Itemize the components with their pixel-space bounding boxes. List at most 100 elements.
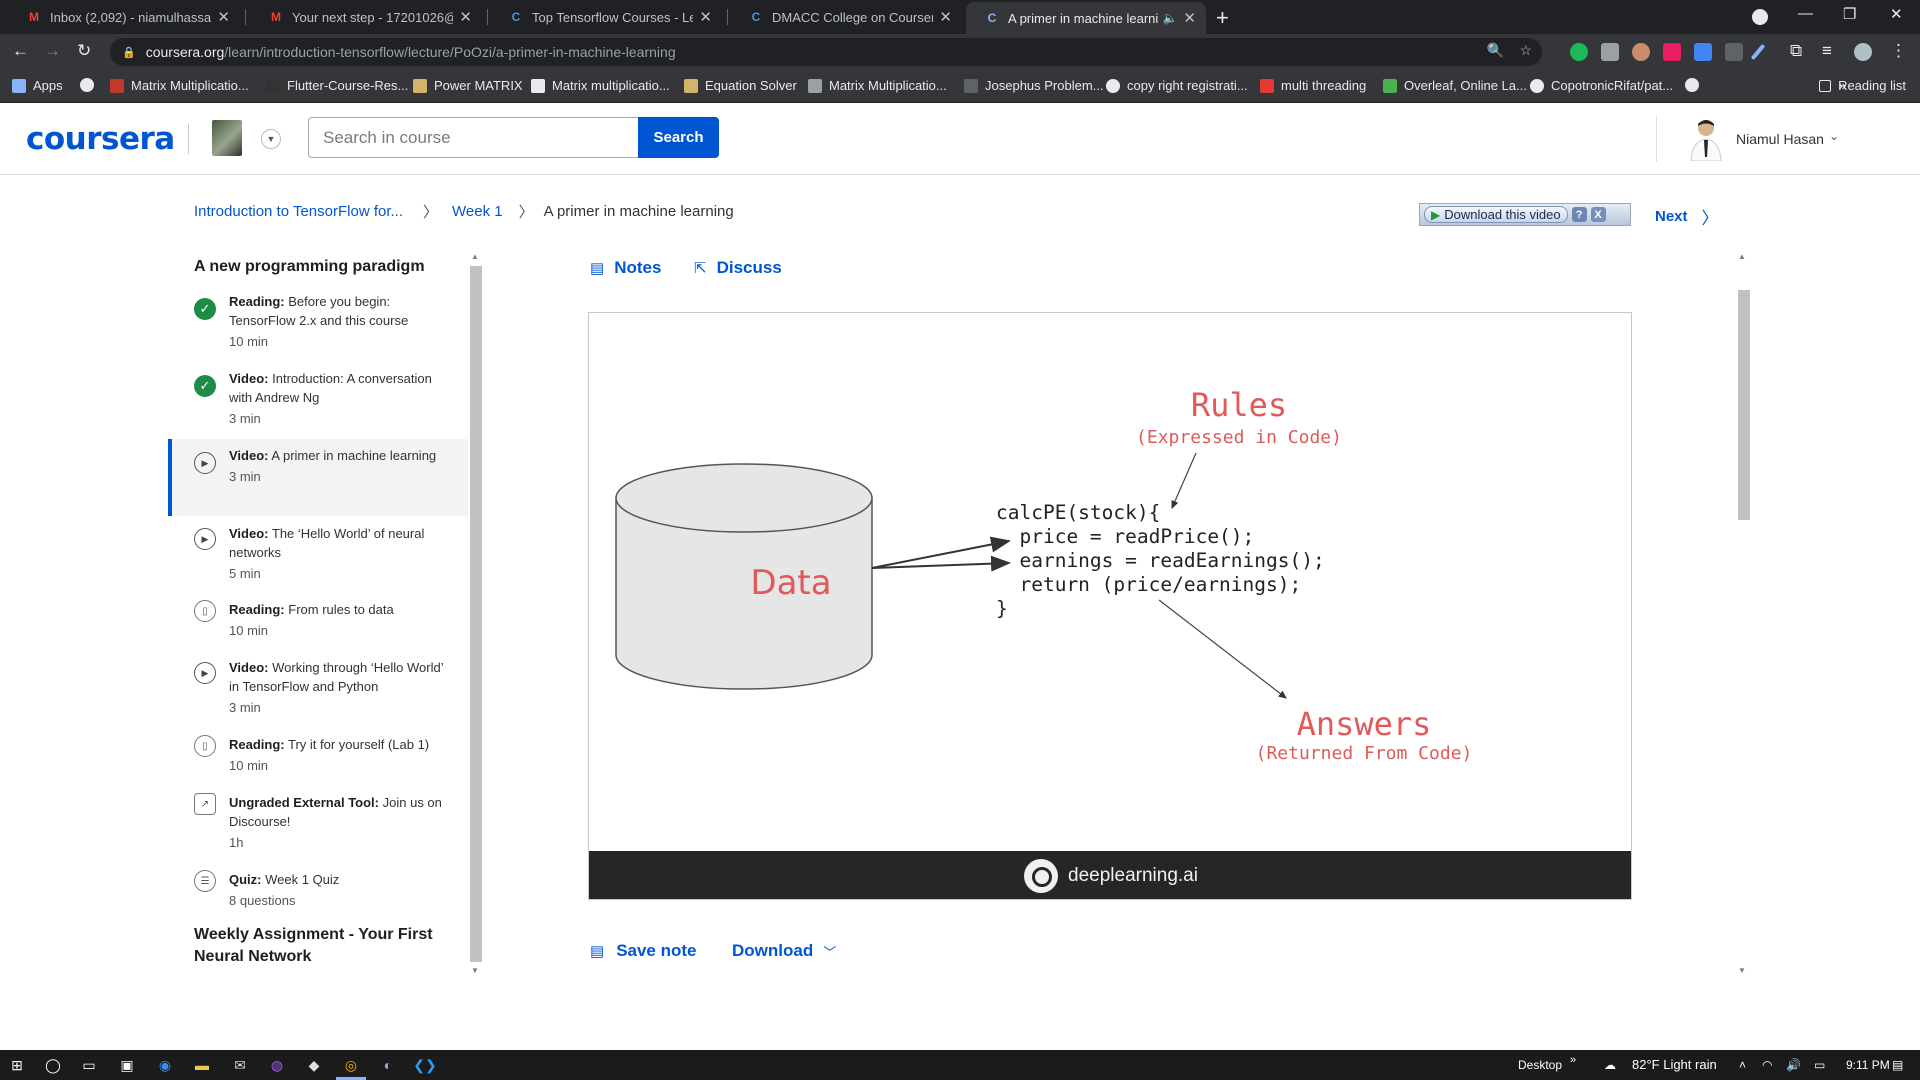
lesson-item[interactable]: ✓ Video: Introduction: A conversation wi…	[168, 369, 468, 433]
battery-icon[interactable]: ▭	[1814, 1058, 1825, 1072]
close-icon[interactable]: ✕	[459, 8, 472, 26]
browser-tab[interactable]: C DMACC College on Coursera | Co ✕	[730, 0, 962, 34]
scrollbar-thumb[interactable]	[1738, 290, 1750, 520]
scroll-up-arrow-icon[interactable]: ▲	[1738, 252, 1746, 261]
bookmark-item[interactable]: Overleaf, Online La...	[1383, 78, 1527, 93]
close-icon[interactable]: ✕	[939, 8, 952, 26]
bookmark-item[interactable]	[1685, 78, 1706, 92]
speaker-icon[interactable]: 🔈	[1162, 11, 1177, 25]
lesson-item[interactable]: ☰ Quiz: Week 1 Quiz 8 questions	[168, 870, 468, 916]
scroll-down-arrow-icon[interactable]: ▼	[1738, 966, 1746, 975]
search-input[interactable]	[308, 117, 638, 158]
chevron-up-icon[interactable]: ˄	[1739, 1058, 1746, 1072]
course-thumbnail[interactable]	[212, 120, 242, 156]
chevron-down-icon[interactable]: ⌄	[1829, 129, 1839, 143]
speaker-icon[interactable]: 🔊	[1786, 1058, 1801, 1072]
scroll-down-arrow-icon[interactable]: ▼	[471, 966, 479, 975]
chevron-icon[interactable]: »	[1570, 1054, 1576, 1066]
minimize-button[interactable]: —	[1798, 5, 1813, 22]
download-extension-icon[interactable]	[1694, 43, 1712, 61]
avatar[interactable]	[1854, 43, 1872, 61]
wifi-icon[interactable]: ◠	[1762, 1058, 1772, 1072]
close-icon[interactable]: ✕	[217, 8, 230, 26]
user-name[interactable]: Niamul Hasan	[1736, 131, 1824, 147]
puzzle-icon[interactable]: ⧉	[1790, 41, 1802, 61]
forward-arrow-icon[interactable]: →	[44, 41, 61, 61]
lesson-item[interactable]: ▶ Video: Working through ‘Hello World’ i…	[168, 658, 468, 722]
bookmark-item[interactable]: Apps	[12, 78, 63, 93]
lesson-item[interactable]: ▯ Reading: From rules to data 10 min	[168, 600, 468, 646]
avatar[interactable]	[1687, 117, 1725, 161]
bookmark-item[interactable]: Power MATRIX	[413, 78, 523, 93]
zoom-icon[interactable]: 🔍	[1487, 42, 1504, 59]
back-arrow-icon[interactable]: ←	[12, 41, 29, 61]
scrollbar-thumb[interactable]	[470, 266, 482, 962]
profile-menu-icon[interactable]	[1752, 9, 1768, 25]
close-window-button[interactable]: ✕	[1890, 5, 1903, 23]
grammarly-extension-icon[interactable]	[1570, 43, 1588, 61]
search-button[interactable]: Search	[638, 117, 719, 158]
coursera-logo[interactable]: coursera	[26, 121, 175, 157]
terminal-icon[interactable]: ▣	[118, 1056, 136, 1074]
video-player[interactable]: Rules (Expressed in Code) Data calcPE(st…	[588, 312, 1632, 900]
browser-tab-active[interactable]: C A primer in machine learning 🔈 ✕	[966, 2, 1206, 34]
lesson-item[interactable]: ▯ Reading: Try it for yourself (Lab 1) 10…	[168, 735, 468, 781]
search-circle-icon[interactable]: ◯	[44, 1056, 62, 1074]
browser-tab[interactable]: C Top Tensorflow Courses - Learn T ✕	[490, 0, 722, 34]
lesson-item[interactable]: ✓ Reading: Before you begin: TensorFlow …	[168, 292, 468, 356]
mail-icon[interactable]: ✉	[231, 1056, 249, 1074]
download-dropdown[interactable]: Download ﹀	[732, 941, 836, 961]
bookmark-item[interactable]: Matrix Multiplicatio...	[808, 78, 947, 93]
bookmark-item[interactable]: multi threading	[1260, 78, 1366, 93]
scroll-up-arrow-icon[interactable]: ▲	[471, 252, 479, 261]
windows-start-icon[interactable]: ⊞	[8, 1056, 26, 1074]
clock[interactable]: 9:11 PM	[1846, 1058, 1890, 1072]
edge-icon[interactable]: ◉	[156, 1056, 174, 1074]
close-icon[interactable]: ✕	[699, 8, 712, 26]
lesson-item[interactable]: ▶ Video: The ‘Hello World’ of neural net…	[168, 524, 468, 588]
weather-widget[interactable]: 82°F Light rain	[1632, 1057, 1717, 1072]
download-video-button[interactable]: ▶ Download this video	[1424, 206, 1568, 223]
breadcrumb-week-link[interactable]: Week 1	[452, 203, 503, 220]
chrome-menu-icon[interactable]: ⋮	[1890, 41, 1907, 61]
bookmark-item[interactable]: copy right registrati...	[1106, 78, 1248, 93]
file-explorer-icon[interactable]: ▬	[193, 1056, 211, 1074]
extension-icon[interactable]	[1725, 43, 1743, 61]
bookmark-item[interactable]: Equation Solver	[684, 78, 797, 93]
bookmark-item[interactable]: Matrix multiplicatio...	[531, 78, 670, 93]
reading-list-button[interactable]: Reading list	[1819, 78, 1906, 93]
bookmark-item[interactable]: CopotronicRifat/pat...	[1530, 78, 1673, 93]
breadcrumb-course-link[interactable]: Introduction to TensorFlow for...	[194, 203, 403, 220]
notification-icon[interactable]: ▤	[1892, 1058, 1903, 1072]
extension-icon[interactable]	[1632, 43, 1650, 61]
reload-icon[interactable]: ↻	[77, 41, 91, 61]
star-icon[interactable]: ☆	[1519, 42, 1532, 59]
new-tab-button[interactable]: +	[1216, 5, 1229, 31]
game-app-icon[interactable]: ◆	[305, 1056, 323, 1074]
discuss-button[interactable]: ⇱ Discuss	[694, 258, 782, 278]
address-bar[interactable]: 🔒 coursera.org/learn/introduction-tensor…	[110, 38, 1542, 66]
chrome-icon[interactable]: ◎	[342, 1056, 360, 1074]
vscode-icon[interactable]: ❮❯	[413, 1056, 436, 1074]
notes-button[interactable]: ▤ Notes	[590, 258, 661, 278]
lesson-item-current[interactable]: ▶ Video: A primer in machine learning 3 m…	[168, 439, 468, 516]
task-view-icon[interactable]: ▭	[80, 1056, 98, 1074]
browser-tab[interactable]: M Inbox (2,092) - niamulhassan64@ ✕	[8, 0, 240, 34]
bookmark-item[interactable]: Josephus Problem...	[964, 78, 1104, 93]
bookmark-item[interactable]: Flutter-Course-Res...	[266, 78, 408, 93]
bookmark-item[interactable]: Matrix Multiplicatio...	[110, 78, 249, 93]
help-icon[interactable]: ?	[1571, 207, 1587, 222]
restore-button[interactable]: ❐	[1843, 5, 1856, 23]
close-icon[interactable]: X	[1590, 207, 1606, 222]
browser-tab[interactable]: M Your next step - 17201026@uap- ✕	[250, 0, 482, 34]
extension-icon[interactable]	[1663, 43, 1681, 61]
desktop-toolbar-label[interactable]: Desktop	[1518, 1058, 1562, 1072]
messenger-icon[interactable]: ◍	[268, 1056, 286, 1074]
camera-extension-icon[interactable]	[1601, 43, 1619, 61]
media-control-icon[interactable]: ≡	[1822, 41, 1832, 61]
discord-icon[interactable]: ◐	[379, 1056, 397, 1074]
lesson-item[interactable]: ↗ Ungraded External Tool: Join us on Dis…	[168, 793, 468, 857]
chevron-down-icon[interactable]: ▼	[261, 129, 281, 149]
sidebar-scrollbar[interactable]: ▲ ▼	[469, 250, 483, 978]
main-scrollbar[interactable]: ▲ ▼	[1736, 250, 1752, 978]
